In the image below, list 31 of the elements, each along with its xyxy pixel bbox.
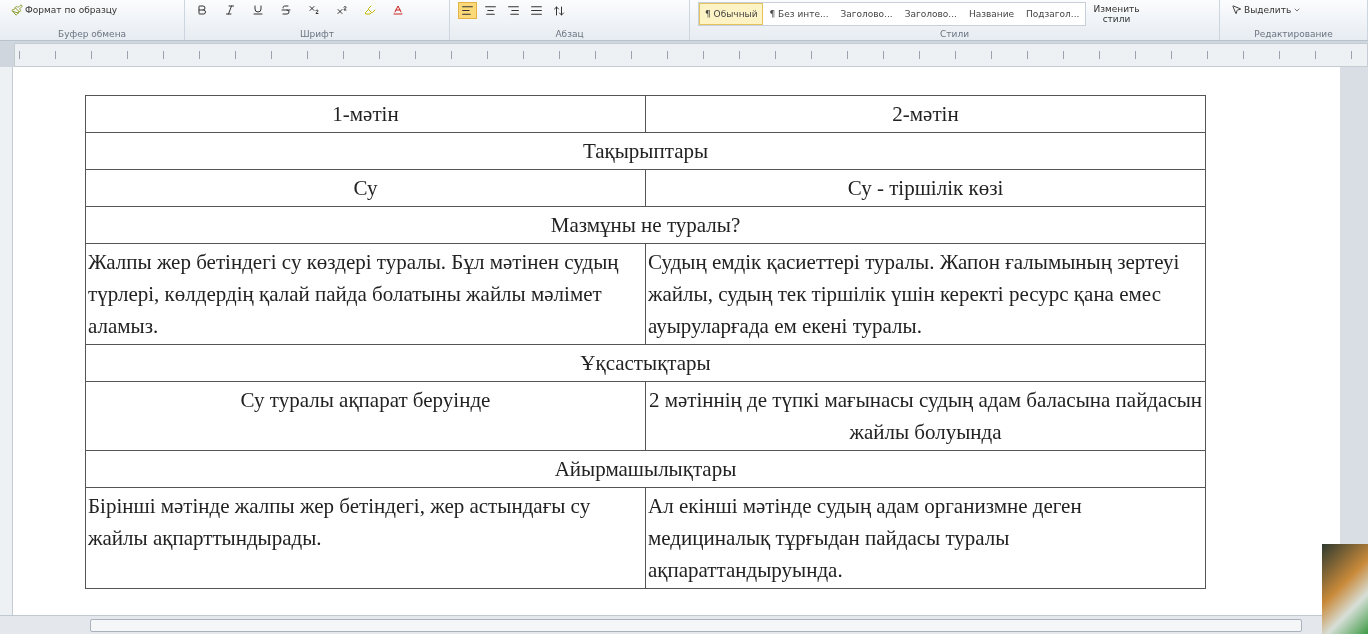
align-icon — [507, 4, 520, 17]
table-cell: Су - тіршілік көзі — [645, 169, 1206, 207]
group-label: Стили — [939, 29, 970, 39]
group-label: Редактирование — [1253, 29, 1334, 39]
table-cell: Судың емдік қасиеттері туралы. Жапон ғалымының зертеуі жайлы, судың тек тіршілік үшін керекті ресурс қана емес ауыруларғада ем екені туралы. — [645, 243, 1206, 345]
table-cell: 2 мәтіннің де түпкі мағынасы судың адам баласына пайдасын жайлы болуында — [645, 381, 1206, 451]
change-styles-button[interactable]: Изменить стили — [1090, 2, 1143, 26]
align-icon — [530, 4, 543, 17]
table-cell: Ал екінші мәтінде судың адам организмне деген медициналық тұрғыдан пайдасы туралы ақпараттандыруында. — [645, 487, 1206, 589]
table-cell: Су туралы ақпарат беруінде — [85, 381, 646, 451]
group-label: Шрифт — [298, 29, 336, 39]
table-cell: Тақырыптары — [85, 132, 1206, 170]
table-cell: Айырмашылықтары — [85, 450, 1206, 488]
table-cell: 1-мәтін — [85, 95, 646, 133]
paintbrush-icon — [11, 4, 23, 16]
align-icon — [484, 4, 497, 17]
align-button[interactable] — [458, 2, 477, 19]
group-label: Буфер обмена — [56, 29, 128, 39]
table-cell: Бірінші мәтінде жалпы жер бетіндегі, жер астындағы су жайлы ақпарттындырады. — [85, 487, 646, 589]
table-cell: 2-мәтін — [645, 95, 1206, 133]
cursor-icon — [1231, 4, 1242, 15]
table-cell: Мазмұны не туралы? — [85, 206, 1206, 244]
table-cell: Су — [85, 169, 646, 207]
horizontal-scrollbar[interactable] — [90, 618, 1302, 632]
select-button[interactable]: Выделить — [1228, 2, 1305, 17]
table-cell: Жалпы жер бетіндегі су көздері туралы. Бұл мәтінен судың түрлері, көлдердің қалай пайда болатыны жайлы мәлімет аламыз. — [85, 243, 646, 345]
style-option[interactable]: ¶ Обычный — [699, 3, 764, 25]
format-painter-button[interactable]: Формат по образцу — [8, 2, 121, 18]
table-cell: Ұқсастықтары — [85, 344, 1206, 382]
align-icon — [461, 4, 474, 17]
group-label: Абзац — [554, 29, 585, 39]
